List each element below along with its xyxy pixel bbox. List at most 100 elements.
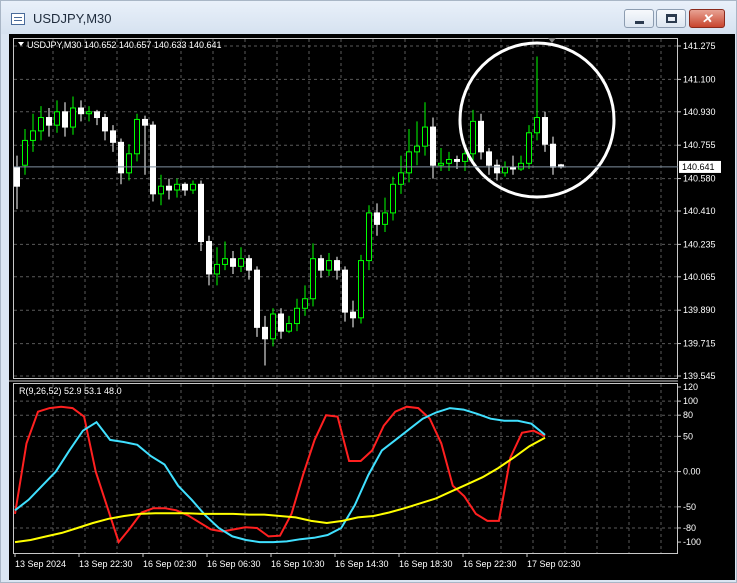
candle[interactable] [262, 315, 268, 366]
candle[interactable] [382, 197, 388, 232]
candle[interactable] [198, 180, 204, 252]
candle[interactable] [318, 254, 324, 278]
candle[interactable] [78, 100, 84, 122]
candle[interactable] [446, 151, 452, 171]
candle[interactable] [406, 128, 412, 183]
candle-body [262, 326, 268, 340]
candle[interactable] [166, 178, 172, 200]
candle[interactable] [422, 102, 428, 156]
candle[interactable] [238, 247, 244, 273]
candles[interactable] [14, 56, 564, 366]
candle[interactable] [342, 266, 348, 322]
indicator-lines[interactable] [14, 405, 546, 545]
candle[interactable] [390, 176, 396, 221]
close-button[interactable]: ✕ [689, 9, 725, 28]
candle[interactable] [182, 182, 188, 196]
candle[interactable] [14, 155, 20, 210]
candle-body [38, 117, 44, 132]
candle[interactable] [270, 308, 276, 347]
candle[interactable] [510, 155, 516, 175]
candle[interactable] [366, 205, 372, 271]
time-tick-label: 16 Sep 14:30 [335, 559, 389, 569]
chart-canvas[interactable]: USDJPY,M30 140.652 140.657 140.633 140.6… [9, 34, 735, 580]
candle[interactable] [278, 308, 284, 339]
candle[interactable] [542, 111, 548, 152]
candle[interactable] [230, 251, 236, 274]
chart-area[interactable]: USDJPY,M30 140.652 140.657 140.633 140.6… [9, 34, 735, 580]
candle[interactable] [86, 106, 92, 122]
candle[interactable] [110, 125, 116, 152]
candle-body [286, 323, 292, 332]
candle-body [406, 151, 412, 174]
candle[interactable] [102, 113, 108, 141]
candle[interactable] [294, 298, 300, 332]
candle-body [150, 124, 156, 195]
candle[interactable] [374, 203, 380, 236]
candle[interactable] [310, 243, 316, 307]
candle[interactable] [30, 113, 36, 152]
candle[interactable] [470, 109, 476, 162]
candle[interactable] [62, 102, 68, 137]
candle[interactable] [302, 285, 308, 316]
candle[interactable] [414, 121, 420, 166]
indicator-axis[interactable]: 120 100 80 50 0.00 -50 -80 -100 [677, 382, 701, 547]
candle[interactable] [254, 266, 260, 337]
candle-body [414, 145, 420, 153]
candle[interactable] [150, 121, 156, 202]
candle[interactable] [550, 136, 556, 175]
candle-body [14, 166, 20, 187]
candle[interactable] [486, 148, 492, 175]
candle[interactable] [246, 254, 252, 280]
candle[interactable] [70, 96, 76, 135]
candle[interactable] [22, 128, 28, 175]
candle[interactable] [134, 113, 140, 162]
price-axis[interactable]: 141.275 141.100 140.930 140.755 140.580 140.4… [677, 41, 716, 381]
candle[interactable] [38, 106, 44, 141]
candle[interactable] [518, 155, 524, 171]
candle[interactable] [534, 56, 540, 141]
candle[interactable] [358, 254, 364, 324]
candle[interactable] [206, 235, 212, 286]
candle[interactable] [502, 161, 508, 177]
title-bar[interactable]: USDJPY,M30 ✕ [1, 1, 736, 34]
indicator-header: R(9,26,52) 52.9 53.1 48.0 [19, 386, 122, 396]
candle[interactable] [398, 155, 404, 194]
candle-body [126, 153, 132, 174]
candle[interactable] [334, 256, 340, 280]
candle[interactable] [350, 300, 356, 328]
candle[interactable] [118, 138, 124, 185]
maximize-button[interactable] [656, 9, 686, 28]
candle[interactable] [214, 247, 220, 286]
price-tick-label: 140.580 [683, 174, 716, 184]
candle-body [278, 313, 284, 332]
candle[interactable] [438, 148, 444, 171]
candle[interactable] [526, 125, 532, 170]
candle-body [54, 111, 60, 126]
candle[interactable] [494, 159, 500, 181]
candle[interactable] [222, 241, 228, 271]
chart-shift-marker-icon[interactable] [548, 38, 556, 43]
candle[interactable] [478, 113, 484, 160]
candle-body [430, 126, 436, 166]
candle-body [326, 260, 332, 271]
candle[interactable] [326, 252, 332, 276]
candle[interactable] [54, 100, 60, 133]
candle-body [110, 130, 116, 143]
price-tick-label: 139.890 [683, 305, 716, 315]
candle[interactable] [558, 163, 564, 169]
minimize-button[interactable] [624, 9, 654, 28]
window-title: USDJPY,M30 [33, 11, 112, 26]
price-tick-label: 139.715 [683, 339, 716, 349]
candle-body [398, 172, 404, 185]
candle[interactable] [286, 315, 292, 334]
chart-menu-arrow-icon[interactable] [18, 42, 24, 46]
time-axis[interactable]: 13 Sep 2024 13 Sep 22:30 16 Sep 02:30 16 Se… [14, 553, 581, 569]
candle[interactable] [430, 117, 436, 179]
candle[interactable] [190, 180, 196, 194]
candle[interactable] [174, 178, 180, 198]
candle-body [302, 298, 308, 309]
candle[interactable] [158, 174, 164, 206]
indicator-line-3[interactable] [14, 436, 546, 544]
candle[interactable] [126, 144, 132, 181]
candle[interactable] [94, 109, 100, 126]
